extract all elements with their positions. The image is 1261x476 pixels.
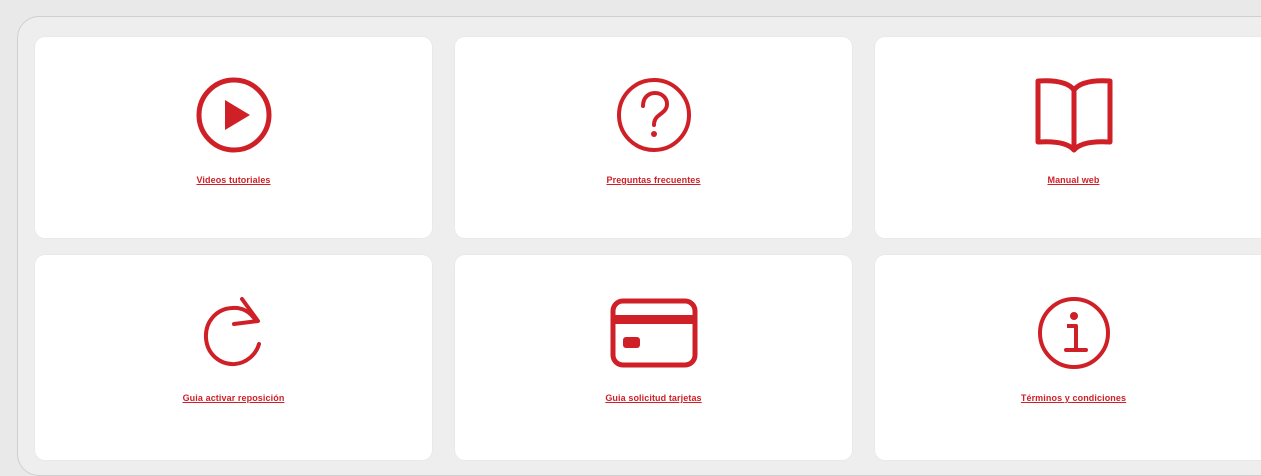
card-videos-tutoriales[interactable]: Videos tutoriales — [35, 37, 432, 238]
card-label[interactable]: Preguntas frecuentes — [455, 175, 852, 185]
refresh-arrow-icon — [184, 293, 284, 373]
card-label[interactable]: Manual web — [875, 175, 1261, 185]
credit-card-icon — [604, 293, 704, 373]
card-label[interactable]: Guia activar reposición — [35, 393, 432, 403]
card-guia-activar-reposicion[interactable]: Guia activar reposición — [35, 255, 432, 460]
question-circle-icon — [604, 75, 704, 155]
open-book-icon — [1024, 75, 1124, 155]
card-label[interactable]: Términos y condiciones — [875, 393, 1261, 403]
card-terminos-condiciones[interactable]: Términos y condiciones — [875, 255, 1261, 460]
card-guia-solicitud-tarjetas[interactable]: Guia solicitud tarjetas — [455, 255, 852, 460]
card-label[interactable]: Videos tutoriales — [35, 175, 432, 185]
info-circle-icon — [1024, 293, 1124, 373]
card-preguntas-frecuentes[interactable]: Preguntas frecuentes — [455, 37, 852, 238]
play-circle-icon — [184, 75, 284, 155]
card-manual-web[interactable]: Manual web — [875, 37, 1261, 238]
card-label[interactable]: Guia solicitud tarjetas — [455, 393, 852, 403]
